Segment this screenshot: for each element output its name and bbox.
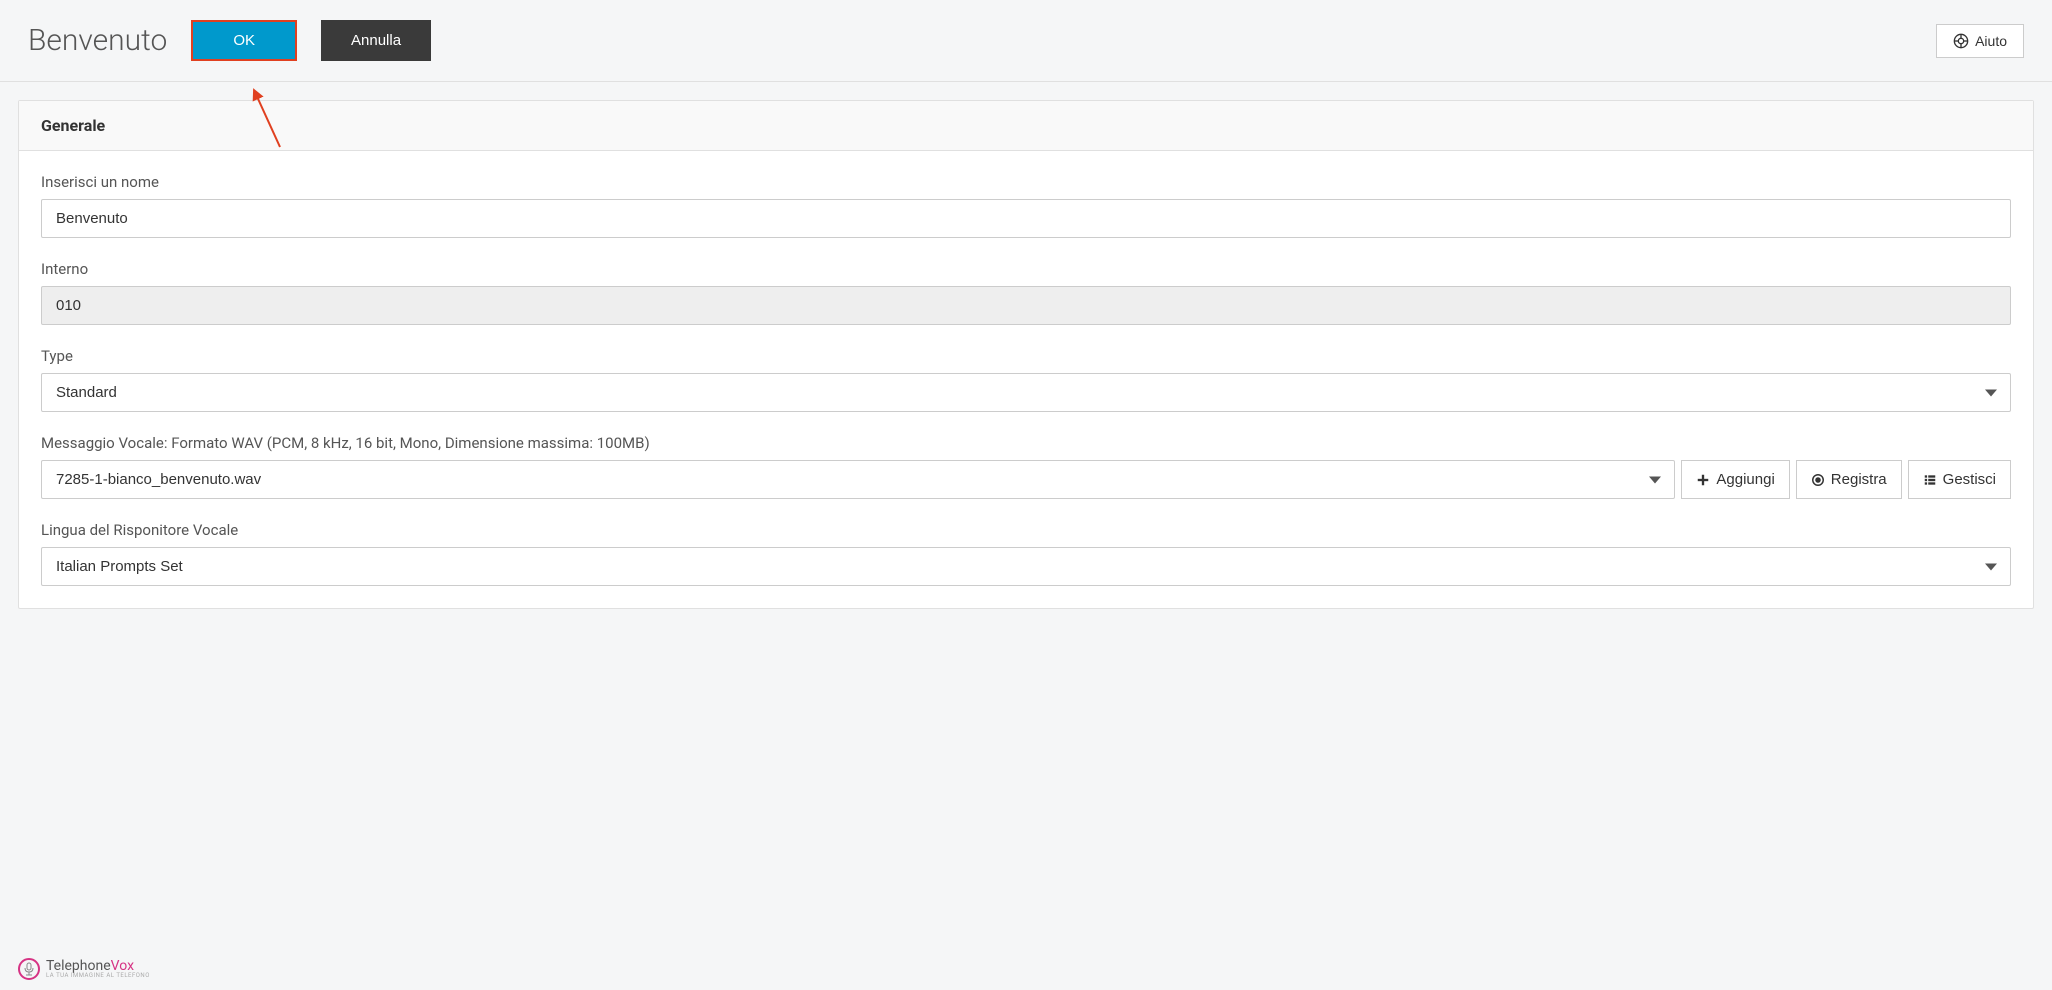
form-group-name: Inserisci un nome (41, 173, 2011, 238)
record-button-label: Registra (1831, 471, 1887, 488)
record-icon (1811, 473, 1825, 487)
voice-message-select[interactable]: 7285-1-bianco_benvenuto.wav (41, 460, 1675, 499)
type-select-wrapper: Standard (41, 373, 2011, 412)
content-area: Generale Inserisci un nome Interno Type … (0, 82, 2052, 627)
header-left: Benvenuto OK Annulla (28, 20, 431, 61)
add-button[interactable]: Aggiungi (1681, 460, 1789, 499)
general-panel: Generale Inserisci un nome Interno Type … (18, 100, 2034, 609)
list-icon (1923, 473, 1937, 487)
help-button-label: Aiuto (1975, 33, 2007, 49)
form-group-voice-message: Messaggio Vocale: Formato WAV (PCM, 8 kH… (41, 434, 2011, 499)
ok-button[interactable]: OK (191, 20, 297, 61)
help-icon (1953, 33, 1969, 49)
page-header: Benvenuto OK Annulla Aiuto (0, 0, 2052, 82)
logo-brand: TelephoneVox (46, 959, 150, 973)
add-button-label: Aggiungi (1716, 471, 1774, 488)
panel-body: Inserisci un nome Interno Type Standard … (19, 151, 2033, 608)
interno-input (41, 286, 2011, 325)
plus-icon (1696, 473, 1710, 487)
voice-message-select-wrapper: 7285-1-bianco_benvenuto.wav (41, 460, 1675, 499)
record-button[interactable]: Registra (1796, 460, 1902, 499)
microphone-icon (18, 958, 40, 980)
language-select[interactable]: Italian Prompts Set (41, 547, 2011, 586)
form-group-interno: Interno (41, 260, 2011, 325)
manage-button-label: Gestisci (1943, 471, 1996, 488)
help-button[interactable]: Aiuto (1936, 24, 2024, 58)
logo-text: TelephoneVox LA TUA IMMAGINE AL TELEFONO (46, 959, 150, 979)
form-group-language: Lingua del Risponitore Vocale Italian Pr… (41, 521, 2011, 586)
brand-logo: TelephoneVox LA TUA IMMAGINE AL TELEFONO (18, 958, 150, 980)
form-group-type: Type Standard (41, 347, 2011, 412)
manage-button[interactable]: Gestisci (1908, 460, 2011, 499)
type-select[interactable]: Standard (41, 373, 2011, 412)
name-input[interactable] (41, 199, 2011, 238)
type-label: Type (41, 347, 2011, 365)
page-title: Benvenuto (28, 23, 167, 58)
language-label: Lingua del Risponitore Vocale (41, 521, 2011, 539)
panel-title: Generale (19, 101, 2033, 151)
voice-message-label: Messaggio Vocale: Formato WAV (PCM, 8 kH… (41, 434, 2011, 452)
interno-label: Interno (41, 260, 2011, 278)
cancel-button[interactable]: Annulla (321, 20, 431, 61)
logo-tagline: LA TUA IMMAGINE AL TELEFONO (46, 973, 150, 979)
voice-message-input-group: 7285-1-bianco_benvenuto.wav Aggiungi (41, 460, 2011, 499)
name-label: Inserisci un nome (41, 173, 2011, 191)
language-select-wrapper: Italian Prompts Set (41, 547, 2011, 586)
